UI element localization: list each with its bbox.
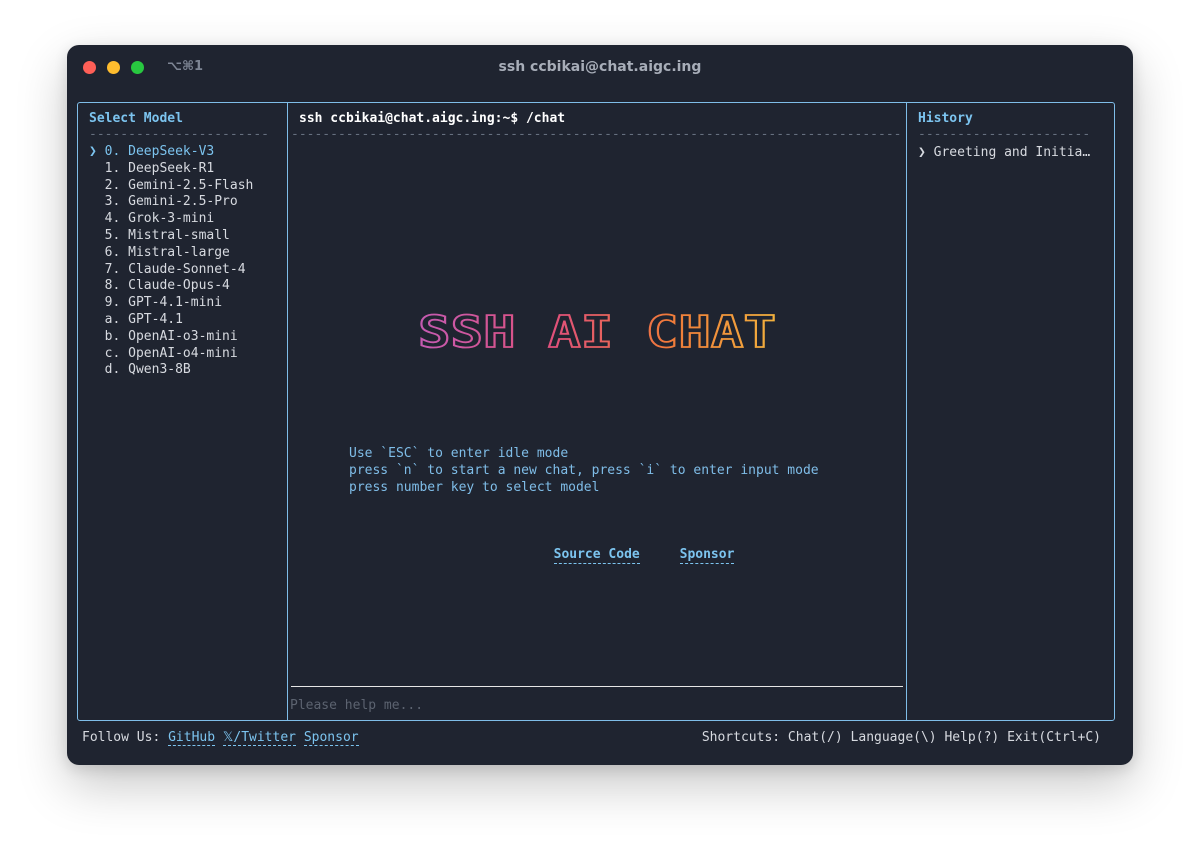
history-pane: History ---------------------- ❯ Greetin… bbox=[906, 103, 1115, 720]
terminal-window: ⌥⌘1 ssh ccbikai@chat.aigc.ing Select Mod… bbox=[67, 45, 1133, 765]
model-select-divider: ----------------------- bbox=[89, 127, 270, 142]
model-item-claude-opus-4[interactable]: 8. Claude-Opus-4 bbox=[89, 278, 253, 295]
chat-divider: ----------------------------------------… bbox=[291, 127, 902, 142]
model-select-heading: Select Model bbox=[89, 111, 183, 126]
model-item-claude-sonnet-4[interactable]: 7. Claude-Sonnet-4 bbox=[89, 262, 253, 279]
footer-follow: Follow Us: GitHub 𝕏/Twitter Sponsor bbox=[82, 729, 359, 746]
follow-label: Follow Us: bbox=[82, 730, 161, 745]
help-line-new-chat: press `n` to start a new chat, press `i`… bbox=[349, 463, 819, 478]
history-heading: History bbox=[918, 111, 973, 126]
title-bar: ⌥⌘1 ssh ccbikai@chat.aigc.ing bbox=[67, 45, 1133, 91]
model-item-openai-o3-mini[interactable]: b. OpenAI-o3-mini bbox=[89, 329, 253, 346]
model-item-openai-o4-mini[interactable]: c. OpenAI-o4-mini bbox=[89, 346, 253, 363]
help-line-select-model: press number key to select model bbox=[349, 480, 600, 495]
model-list: ❯ 0. DeepSeek-V3 1. DeepSeek-R1 2. Gemin… bbox=[89, 144, 253, 379]
model-item-qwen3-8b[interactable]: d. Qwen3-8B bbox=[89, 362, 253, 379]
help-line-idle: Use `ESC` to enter idle mode bbox=[349, 446, 569, 461]
input-divider bbox=[291, 686, 903, 687]
window-title: ssh ccbikai@chat.aigc.ing bbox=[498, 59, 702, 75]
history-divider: ---------------------- bbox=[918, 127, 1091, 142]
model-select-pane: Select Model ----------------------- ❯ 0… bbox=[78, 103, 288, 720]
model-item-grok-3-mini[interactable]: 4. Grok-3-mini bbox=[89, 211, 253, 228]
footer-sponsor-link[interactable]: Sponsor bbox=[303, 730, 359, 746]
logo-text: SSH AI CHAT bbox=[418, 309, 776, 355]
chat-pane: ssh ccbikai@chat.aigc.ing:~$ /chat -----… bbox=[288, 103, 906, 720]
github-link[interactable]: GitHub bbox=[168, 730, 216, 746]
model-item-mistral-large[interactable]: 6. Mistral-large bbox=[89, 245, 253, 262]
model-item-gemini-2-5-flash[interactable]: 2. Gemini-2.5-Flash bbox=[89, 178, 254, 195]
model-item-mistral-small[interactable]: 5. Mistral-small bbox=[89, 228, 253, 245]
sponsor-link[interactable]: Sponsor bbox=[679, 547, 735, 564]
model-item-gemini-2-5-pro[interactable]: 3. Gemini-2.5-Pro bbox=[89, 194, 253, 211]
model-item-gpt-4-1-mini[interactable]: 9. GPT-4.1-mini bbox=[89, 295, 253, 312]
app-frame: Select Model ----------------------- ❯ 0… bbox=[77, 102, 1115, 721]
shell-prompt: ssh ccbikai@chat.aigc.ing:~$ /chat bbox=[299, 111, 566, 126]
twitter-link[interactable]: 𝕏/Twitter bbox=[222, 730, 296, 746]
model-item-deepseek-v3[interactable]: ❯ 0. DeepSeek-V3 bbox=[89, 144, 253, 161]
model-item-gpt-4-1[interactable]: a. GPT-4.1 bbox=[89, 312, 253, 329]
chat-input[interactable] bbox=[290, 695, 890, 715]
model-item-deepseek-r1[interactable]: 1. DeepSeek-R1 bbox=[89, 161, 253, 178]
ssh-ai-chat-logo: SSH AI CHAT bbox=[417, 309, 777, 355]
footer-shortcuts: Shortcuts: Chat(/) Language(\) Help(?) E… bbox=[701, 730, 1101, 745]
history-item[interactable]: ❯ Greeting and Initia… bbox=[918, 144, 1090, 161]
